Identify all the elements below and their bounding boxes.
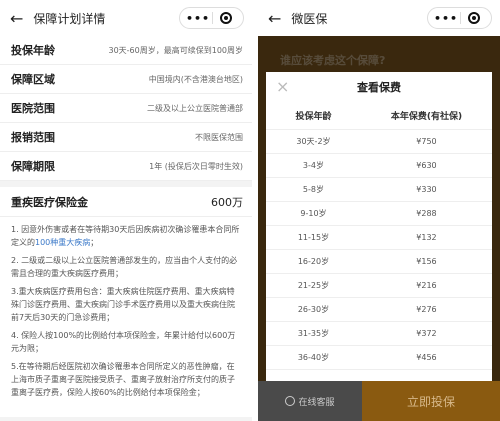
age-cell: 31-35岁: [297, 329, 330, 338]
premium-cell: ¥330: [416, 185, 437, 194]
info-label: 保障期限: [11, 160, 55, 173]
table-row: 5-8岁 ¥330: [266, 178, 492, 202]
coverage-note: 1. 因意外伤害或者在等待期30天后因疾病初次确诊罹患本合同所定义的100种重大…: [11, 223, 242, 249]
critical-illness-label: 重疾医疗保险金: [11, 195, 88, 209]
table-row: 11-15岁 ¥132: [266, 226, 492, 250]
age-cell: 11-15岁: [297, 233, 330, 242]
age-cell: 3-4岁: [302, 161, 324, 170]
premium-cell: ¥132: [416, 233, 437, 242]
info-label: 投保年龄: [11, 44, 55, 57]
modal-header: × 查看保费: [266, 72, 492, 102]
age-cell: 16-20岁: [297, 257, 330, 266]
top-nav-bar: ← 保障计划详情 •••: [0, 0, 252, 36]
column-header-premium: 本年保费(有社保): [390, 112, 463, 122]
premium-cell: ¥372: [416, 329, 437, 338]
info-label: 报销范围: [11, 131, 55, 144]
table-row: 3-4岁 ¥630: [266, 154, 492, 178]
coverage-notes: 1. 因意外伤害或者在等待期30天后因疾病初次确诊罹患本合同所定义的100种重大…: [0, 217, 252, 417]
info-value: 1年 (投保后次日零时生效): [149, 161, 243, 171]
premium-cell: ¥216: [416, 281, 437, 290]
table-row: 9-10岁 ¥288: [266, 202, 492, 226]
info-row-reimbursement: 报销范围 不限医保范围: [0, 123, 252, 152]
column-header-age: 投保年龄: [295, 112, 332, 122]
page-title: 微医保: [291, 11, 328, 26]
coverage-note: 5.在等待期后经医院初次确诊罹患本合同所定义的恶性肿瘤，在上海市质子重离子医院接…: [11, 362, 235, 397]
plan-info-list: 投保年龄 30天-60周岁，最高可续保到100周岁 保障区域 中国境内(不含港澳…: [0, 36, 252, 181]
table-row: 36-40岁 ¥456: [266, 346, 492, 370]
arrow-left-icon[interactable]: ←: [10, 9, 23, 28]
info-value: 不限医保范围: [195, 132, 243, 142]
premium-cell: ¥276: [416, 305, 437, 314]
premium-table-header: 投保年龄 本年保费(有社保): [266, 102, 492, 130]
critical-illness-amount: 600万: [211, 195, 243, 209]
arrow-left-icon[interactable]: ←: [268, 9, 281, 28]
info-row-region: 保障区域 中国境内(不含港澳台地区): [0, 65, 252, 94]
age-cell: 26-30岁: [297, 305, 330, 314]
modal-title: 查看保费: [357, 81, 401, 94]
target-close-icon[interactable]: [461, 10, 487, 26]
table-row: 21-25岁 ¥216: [266, 274, 492, 298]
info-value: 二级及以上公立医院普通部: [147, 103, 243, 113]
info-value: 30天-60周岁，最高可续保到100周岁: [108, 45, 243, 55]
top-nav-bar: ← 微医保 •••: [258, 0, 500, 36]
premium-cell: ¥288: [416, 209, 437, 218]
table-row: 16-20岁 ¥156: [266, 250, 492, 274]
info-row-term: 保障期限 1年 (投保后次日零时生效): [0, 152, 252, 181]
info-row-age: 投保年龄 30天-60周岁，最高可续保到100周岁: [0, 36, 252, 65]
note-tail: ；: [90, 238, 99, 247]
age-cell: 5-8岁: [302, 185, 324, 194]
buy-now-button[interactable]: 立即投保: [362, 381, 500, 421]
info-row-hospital: 医院范围 二级及以上公立医院普通部: [0, 94, 252, 123]
more-dots-icon[interactable]: •••: [184, 12, 212, 25]
customer-service-button[interactable]: 在线客服: [258, 381, 362, 421]
premium-cell: ¥456: [416, 353, 437, 362]
mini-program-capsule: •••: [179, 7, 244, 29]
info-value: 中国境内(不含港澳台地区): [148, 74, 243, 84]
bottom-action-bar: 在线客服 立即投保: [258, 381, 500, 421]
info-label: 医院范围: [11, 102, 55, 115]
age-cell: 36-40岁: [297, 353, 330, 362]
coverage-note: 4. 保险人按100%的比例给付本项保险金，年累计给付以600万元为限；: [11, 331, 236, 353]
premium-cell: ¥750: [416, 137, 437, 146]
customer-service-label: 在线客服: [298, 397, 335, 408]
table-row: 30天-2岁 ¥750: [266, 130, 492, 154]
premium-cell: ¥156: [416, 257, 437, 266]
table-row: 31-35岁 ¥372: [266, 322, 492, 346]
target-close-icon[interactable]: [213, 10, 239, 26]
premium-modal: × 查看保费 投保年龄 本年保费(有社保) 30天-2岁 ¥750 3-4岁 ¥63…: [266, 72, 492, 381]
coverage-note: 2. 二级或二级以上公立医院普通部发生的，应当由个人支付的必需且合理的重大疾病医…: [11, 256, 238, 278]
premium-cell: ¥630: [416, 161, 437, 170]
critical-illness-header: 重疾医疗保险金 600万: [0, 187, 252, 217]
mini-program-capsule: •••: [427, 7, 492, 29]
plan-details-screen: ← 保障计划详情 ••• 投保年龄 30天-60周岁，最高可续保到100周岁 保…: [0, 0, 252, 421]
age-cell: 30天-2岁: [296, 137, 331, 146]
close-icon[interactable]: ×: [276, 77, 289, 96]
age-cell: 9-10岁: [300, 209, 327, 218]
table-row: 26-30岁 ¥276: [266, 298, 492, 322]
plan-details-body: 投保年龄 30天-60周岁，最高可续保到100周岁 保障区域 中国境内(不含港澳…: [0, 36, 252, 421]
coverage-note: 3.重大疾病医疗费用包含：重大疾病住院医疗费用、重大疾病特殊门诊医疗费用、重大疾…: [11, 287, 235, 322]
headset-icon: [285, 396, 296, 406]
more-dots-icon[interactable]: •••: [432, 12, 460, 25]
info-label: 保障区域: [11, 73, 55, 86]
disease-list-link[interactable]: 100种重大疾病: [35, 238, 90, 247]
page-title: 保障计划详情: [33, 11, 106, 26]
age-cell: 21-25岁: [297, 281, 330, 290]
premium-screen: ← 微医保 ••• 谁应该考虑这个保障? × 查看保费 投保年龄 本年保费(有社…: [258, 0, 500, 421]
